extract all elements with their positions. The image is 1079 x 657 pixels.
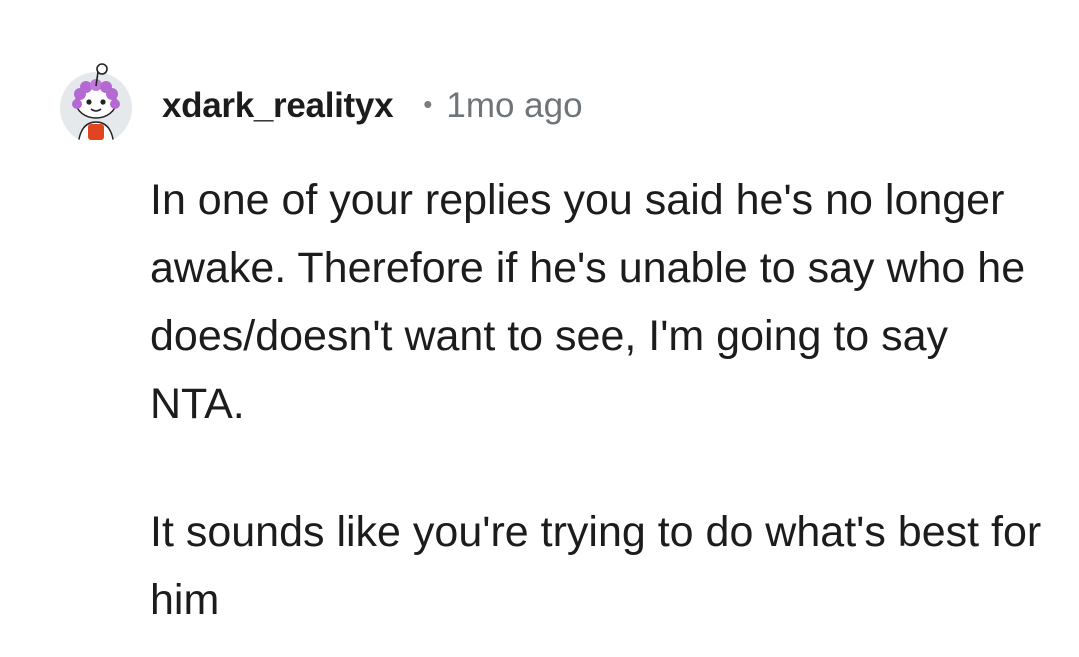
meta-separator: •	[423, 88, 433, 119]
comment-meta: xdark_realityx • 1mo ago	[162, 82, 583, 130]
comment-paragraph: In one of your replies you said he's no …	[150, 176, 1026, 428]
username-link[interactable]: xdark_realityx	[162, 86, 394, 126]
comment-paragraph: It sounds like you're trying to do what'…	[150, 508, 1042, 624]
snoo-avatar-icon	[60, 63, 132, 144]
comment-body: In one of your replies you said he's no …	[150, 166, 1050, 634]
comment-timestamp: 1mo ago	[446, 86, 583, 125]
user-avatar[interactable]	[58, 60, 134, 146]
comment: xdark_realityx • 1mo ago In one of your …	[0, 0, 1079, 657]
